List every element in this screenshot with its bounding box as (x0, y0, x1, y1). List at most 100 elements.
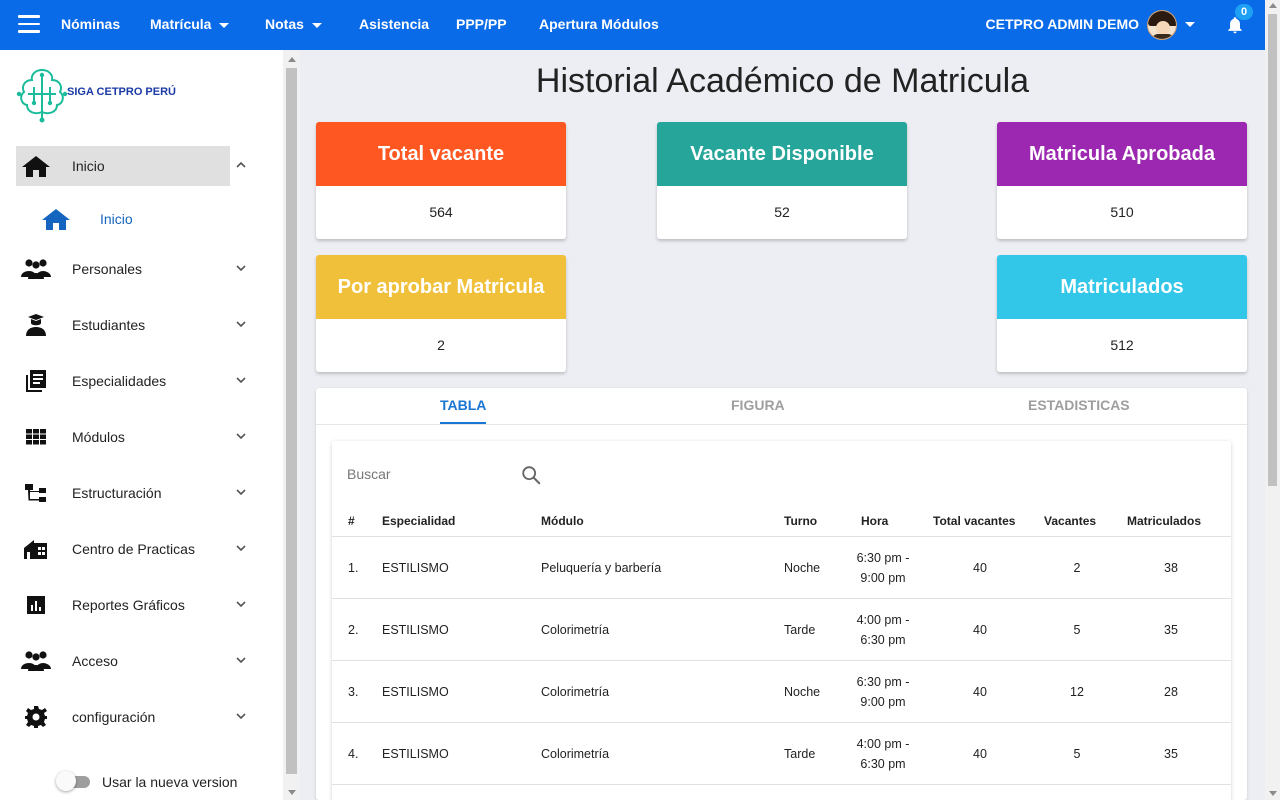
hora-start: 4:00 pm - (856, 613, 910, 627)
cell-total-vacantes: 40 (973, 747, 987, 761)
sidebar-item-label: Centro de Practicas (72, 541, 195, 557)
card-title: Por aprobar Matricula (316, 255, 566, 319)
nav-asistencia[interactable]: Asistencia (359, 0, 429, 50)
sidebar-item-configuracion[interactable]: configuración (16, 697, 266, 737)
home-icon (22, 156, 50, 177)
sidebar: SIGA CETPRO PERÚ Inicio Inicio Personale… (0, 50, 283, 800)
toggle-knob[interactable] (56, 771, 76, 791)
col-header-modulo[interactable]: Módulo (541, 514, 584, 528)
card-vacante-disponible: Vacante Disponible 52 (657, 122, 907, 239)
chevron-up-icon (236, 161, 246, 168)
sidebar-subitem-label: Inicio (100, 211, 133, 227)
cell-turno: Tarde (784, 747, 816, 761)
gear-icon (25, 706, 47, 728)
scroll-down-arrow-icon[interactable] (1269, 791, 1277, 796)
col-header-turno[interactable]: Turno (784, 514, 817, 528)
grid-icon (26, 429, 46, 445)
cell-total-vacantes: 40 (973, 623, 987, 637)
user-menu-caret-icon[interactable] (1185, 22, 1195, 27)
nav-ppp[interactable]: PPP/PP (456, 0, 507, 50)
scroll-down-arrow-icon[interactable] (288, 790, 296, 795)
col-header-vacantes[interactable]: Vacantes (1044, 514, 1096, 528)
tab-tabla[interactable]: TABLA (440, 388, 487, 424)
menu-icon[interactable] (18, 15, 40, 35)
table-row[interactable]: 2. ESTILISMO Colorimetría Tarde 4:00 pm … (332, 599, 1231, 661)
cell-hora: 4:00 pm - 6:30 pm (843, 723, 923, 785)
sidebar-item-modulos[interactable]: Módulos (16, 417, 266, 457)
table-row[interactable]: 3. ESTILISMO Colorimetría Noche 6:30 pm … (332, 661, 1231, 723)
cell-turno: Tarde (784, 623, 816, 637)
sidebar-item-label: Especialidades (72, 373, 167, 389)
sidebar-scroll-thumb[interactable] (286, 68, 297, 774)
new-version-toggle[interactable]: Usar la nueva version (56, 770, 256, 794)
tab-figura[interactable]: FIGURA (731, 388, 785, 424)
card-value: 510 (1110, 204, 1134, 220)
table-row[interactable]: 1. ESTILISMO Peluquería y barbería Noche… (332, 537, 1231, 599)
people-icon (21, 651, 51, 671)
nav-apertura-modulos[interactable]: Apertura Módulos (539, 0, 659, 50)
top-app-bar: Nóminas Matrícula Notas Asistencia PPP/P… (0, 0, 1265, 50)
sidebar-item-inicio[interactable]: Inicio (16, 146, 246, 186)
cell-modulo: Colorimetría (541, 685, 610, 699)
table-row[interactable]: 4. ESTILISMO Colorimetría Tarde 4:00 pm … (332, 723, 1231, 785)
sidebar-item-acceso[interactable]: Acceso (16, 641, 266, 681)
nav-notas[interactable]: Notas (265, 0, 322, 50)
col-header-total-vacantes[interactable]: Total vacantes (933, 514, 1015, 528)
page-scrollbar[interactable] (1265, 0, 1280, 800)
cell-num: 2. (348, 623, 359, 637)
card-value: 2 (437, 337, 445, 353)
sidebar-item-reportes[interactable]: Reportes Gráficos (16, 585, 266, 625)
sidebar-scrollbar[interactable] (283, 50, 300, 800)
cell-vacantes: 12 (1070, 685, 1084, 699)
people-icon (21, 259, 51, 279)
sidebar-item-estructuracion[interactable]: Estructuración (16, 473, 266, 513)
cell-matriculados: 38 (1164, 561, 1178, 575)
card-por-aprobar-matricula: Por aprobar Matricula 2 (316, 255, 566, 372)
card-value: 512 (1110, 337, 1134, 353)
sidebar-item-personales[interactable]: Personales (16, 249, 266, 289)
search-input[interactable] (347, 461, 527, 487)
card-title: Total vacante (316, 122, 566, 186)
col-header-matriculados[interactable]: Matriculados (1127, 514, 1201, 528)
sidebar-item-label: Reportes Gráficos (72, 597, 185, 613)
cell-vacantes: 5 (1073, 623, 1081, 637)
sidebar-item-especialidades[interactable]: Especialidades (16, 361, 266, 401)
student-icon (26, 314, 46, 336)
tab-estadisticas[interactable]: ESTADISTICAS (1028, 388, 1130, 424)
cell-especialidad: ESTILISMO (382, 561, 449, 575)
siga-logo (16, 68, 68, 123)
chevron-down-icon (236, 545, 246, 552)
cell-hora: 4:00 pm - 6:30 pm (843, 599, 923, 661)
cell-hora: 6:30 pm - 9:00 pm (843, 661, 923, 723)
cell-num: 4. (348, 747, 359, 761)
user-name[interactable]: CETPRO ADMIN DEMO (986, 0, 1139, 49)
col-header-hora[interactable]: Hora (861, 514, 888, 528)
page-scroll-thumb[interactable] (1268, 14, 1277, 486)
home-icon (42, 209, 70, 230)
card-title: Vacante Disponible (657, 122, 907, 186)
sidebar-item-label: Inicio (72, 158, 105, 174)
card-value: 564 (429, 204, 453, 220)
user-avatar[interactable] (1147, 10, 1177, 40)
hora-start: 6:30 pm - (856, 551, 910, 565)
scroll-up-arrow-icon[interactable] (1269, 3, 1277, 8)
assessment-icon (27, 596, 45, 614)
nav-apertura-label: Apertura Módulos (539, 16, 659, 32)
nav-notas-label: Notas (265, 16, 304, 32)
sidebar-item-label: Estructuración (72, 485, 162, 501)
chevron-down-icon (236, 433, 246, 440)
col-header-num[interactable]: # (348, 514, 355, 528)
search-icon[interactable] (520, 464, 542, 486)
nav-matricula[interactable]: Matrícula (150, 0, 230, 50)
sidebar-item-label: Módulos (72, 429, 125, 445)
tab-bar: TABLA FIGURA ESTADISTICAS (316, 388, 1247, 425)
sidebar-item-centro-practicas[interactable]: Centro de Practicas (16, 529, 266, 569)
page-title: Historial Académico de Matricula (535, 62, 1030, 100)
sidebar-item-estudiantes[interactable]: Estudiantes (16, 305, 266, 345)
card-matricula-aprobada: Matricula Aprobada 510 (997, 122, 1247, 239)
nav-nominas[interactable]: Nóminas (61, 0, 120, 50)
sidebar-subitem-inicio[interactable]: Inicio (40, 204, 240, 234)
scroll-up-arrow-icon[interactable] (288, 57, 296, 62)
col-header-especialidad[interactable]: Especialidad (382, 514, 455, 528)
cell-matriculados: 35 (1164, 623, 1178, 637)
